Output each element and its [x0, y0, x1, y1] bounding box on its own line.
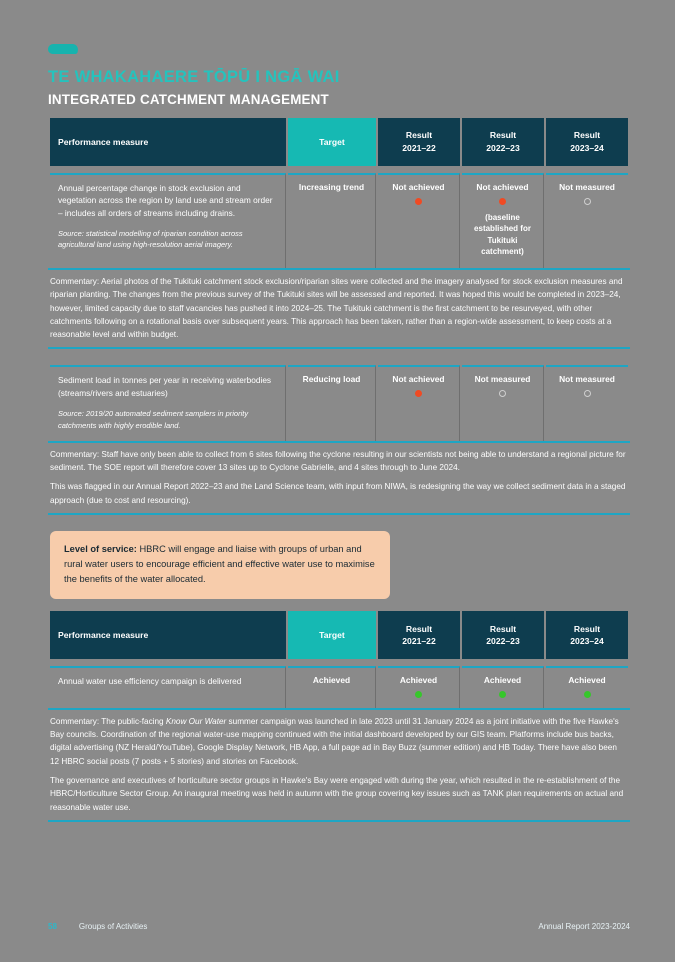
result-year: 2023–24	[570, 636, 604, 647]
commentary-block-3: Commentary: The public-facing Know Our W…	[48, 707, 630, 822]
result-label: Result	[573, 130, 601, 141]
table-row: Sediment load in tonnes per year in rece…	[50, 365, 628, 441]
column-header-target: Target	[288, 117, 376, 166]
hbrc-logo-mark-icon	[47, 44, 79, 54]
commentary-block-2: Commentary: Staff have only been able to…	[48, 440, 630, 515]
page-title-english: INTEGRATED CATCHMENT MANAGEMENT	[48, 92, 329, 108]
commentary-pre: Commentary: The public-facing	[50, 716, 166, 726]
status-dot-not-achieved-icon	[415, 390, 422, 398]
result-year: 2021–22	[402, 636, 436, 647]
level-of-service-callout: Level of service: HBRC will engage and l…	[50, 530, 390, 600]
result-year: 2021–22	[402, 142, 436, 153]
measure-text: Annual water use efficiency campaign is …	[58, 676, 242, 687]
column-header-result-2021-22: Result 2021–22	[378, 117, 460, 166]
result-label: Result	[573, 623, 601, 634]
result-cell-2023-24: Not measured	[546, 365, 628, 440]
column-header-result-2022-23: Result 2022–23	[462, 117, 544, 166]
status-dot-not-achieved-icon	[499, 197, 506, 205]
annual-report-page: TE WHAKAHAERE TŌPŪ I NGĀ WAI INTEGRATED …	[0, 0, 675, 962]
target-cell: Increasing trend	[288, 172, 376, 269]
table-header-row: Performance measure Target Result 2021–2…	[50, 611, 628, 660]
measure-text: Sediment load in tonnes per year in rece…	[58, 375, 272, 398]
result-label: Result	[405, 623, 433, 634]
result-cell-2021-22: Not achieved	[378, 172, 460, 269]
result-text: Not achieved	[476, 181, 529, 192]
column-header-target: Target	[288, 611, 376, 660]
measure-cell: Annual percentage change in stock exclus…	[50, 172, 286, 269]
result-text: Achieved	[483, 675, 522, 686]
result-label: Result	[405, 130, 433, 141]
result-cell-2023-24: Not measured	[546, 172, 628, 268]
commentary-paragraph: Commentary: Aerial photos of the Tukituk…	[50, 277, 623, 340]
status-dot-not-measured-icon	[499, 390, 506, 398]
measure-text: Annual percentage change in stock exclus…	[58, 182, 273, 218]
table-spacer	[50, 659, 628, 666]
column-header-measure: Performance measure	[50, 611, 286, 660]
result-cell-2022-23: Not achieved (baseline established for T…	[462, 172, 544, 269]
measure-source: Source: 2019/20 automated sediment sampl…	[58, 409, 249, 430]
commentary-paragraph: The governance and executives of horticu…	[50, 775, 624, 812]
result-text: Achieved	[568, 675, 606, 686]
column-header-measure: Performance measure	[50, 117, 286, 166]
performance-table-one-row-two: Sediment load in tonnes per year in rece…	[48, 365, 630, 441]
result-text: Not achieved	[392, 181, 445, 192]
page-title-maori: TE WHAKAHAERE TŌPŪ I NGĀ WAI	[48, 68, 340, 86]
result-cell-2021-22: Not achieved	[378, 365, 460, 441]
result-cell-2021-22: Achieved	[378, 666, 460, 708]
result-text: Achieved	[399, 675, 438, 686]
page-content: TE WHAKAHAERE TŌPŪ I NGĀ WAI INTEGRATED …	[47, 44, 630, 822]
commentary-block-1: Commentary: Aerial photos of the Tukituk…	[48, 268, 630, 350]
measure-source: Source: statistical modelling of riparia…	[58, 229, 243, 250]
table-header-row: Performance measure Target Result 2021–2…	[50, 117, 628, 166]
measure-cell: Annual water use efficiency campaign is …	[50, 666, 286, 708]
status-dot-not-achieved-icon	[415, 197, 422, 205]
column-header-result-2022-23: Result 2022–23	[462, 611, 544, 660]
result-year: 2023–24	[570, 142, 604, 153]
result-cell-2022-23: Achieved	[462, 666, 544, 708]
result-cell-2022-23: Not measured	[462, 365, 544, 441]
column-header-result-2023-24: Result 2023–24	[546, 611, 628, 660]
status-dot-achieved-icon	[499, 690, 506, 698]
result-text: Not measured	[474, 374, 531, 385]
campaign-name: Know Our Water	[165, 716, 227, 726]
result-label: Result	[489, 623, 517, 634]
commentary-paragraph: This was flagged in our Annual Report 20…	[50, 482, 626, 505]
result-year: 2022–23	[486, 636, 520, 647]
page-footer: 58 Groups of Activities Annual Report 20…	[48, 922, 630, 931]
status-dot-not-measured-icon	[583, 197, 591, 205]
measure-cell: Sediment load in tonnes per year in rece…	[50, 365, 286, 441]
table-row: Annual water use efficiency campaign is …	[50, 666, 628, 708]
column-header-result-2023-24: Result 2023–24	[546, 117, 628, 166]
status-dot-achieved-icon	[583, 690, 591, 698]
page-number: 58	[48, 922, 57, 931]
performance-table-two: Performance measure Target Result 2021–2…	[48, 611, 630, 708]
performance-table-one: Performance measure Target Result 2021–2…	[48, 117, 630, 269]
status-dot-not-measured-icon	[583, 390, 591, 398]
footer-report-label: Annual Report 2023-2024	[538, 922, 630, 931]
status-dot-achieved-icon	[415, 690, 422, 698]
target-cell: Achieved	[288, 666, 376, 708]
level-of-service-label: Level of service:	[64, 543, 137, 554]
result-note: (baseline established for Tukituki catch…	[474, 212, 531, 257]
target-cell: Reducing load	[288, 365, 376, 441]
result-cell-2023-24: Achieved	[546, 666, 628, 708]
result-text: Not measured	[559, 181, 615, 192]
footer-section-label: Groups of Activities	[78, 922, 148, 931]
commentary-paragraph: Commentary: Staff have only been able to…	[50, 449, 626, 473]
table-spacer	[50, 166, 628, 173]
result-text: Not achieved	[392, 374, 445, 385]
column-header-result-2021-22: Result 2021–22	[378, 611, 460, 660]
result-text: Not measured	[559, 374, 615, 385]
result-label: Result	[489, 130, 517, 141]
result-year: 2022–23	[486, 142, 520, 153]
commentary-paragraph: Commentary: The public-facing Know Our W…	[50, 715, 628, 768]
table-row: Annual percentage change in stock exclus…	[50, 172, 628, 269]
